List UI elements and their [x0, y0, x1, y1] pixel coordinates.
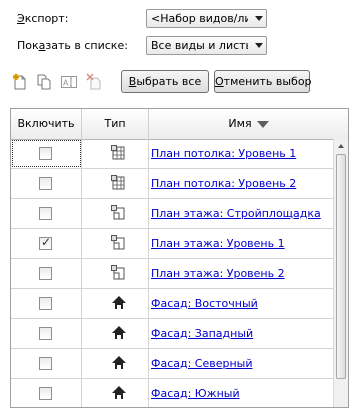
include-checkbox[interactable] — [39, 357, 52, 370]
include-checkbox[interactable] — [39, 207, 52, 220]
table-row[interactable]: Фасад: Восточный — [11, 289, 333, 319]
type-column-header[interactable]: Тип — [82, 109, 149, 139]
table-row[interactable]: План потолка: Уровень 1 — [11, 139, 333, 169]
show-in-list-label: Показать в списке: — [17, 39, 128, 52]
view-name-link[interactable]: План этажа: Стройплощадка — [151, 199, 321, 228]
name-cell: План этажа: Стройплощадка — [149, 199, 333, 228]
show-in-list-value: Все виды и листы в модели — [151, 39, 248, 52]
rename-set-icon[interactable]: A — [60, 73, 78, 91]
include-cell — [11, 199, 82, 228]
name-cell: Фасад: Западный — [149, 319, 333, 348]
view-name-link[interactable]: Фасад: Южный — [151, 379, 240, 407]
include-cell — [11, 289, 82, 318]
name-cell: План потолка: Уровень 2 — [149, 169, 333, 198]
include-checkbox[interactable] — [39, 147, 52, 160]
deselect-button[interactable]: Отменить выбор — [214, 70, 312, 93]
include-checkbox[interactable] — [39, 327, 52, 340]
include-checkbox[interactable] — [39, 177, 52, 190]
name-cell: Фасад: Восточный — [149, 289, 333, 318]
select-all-button[interactable]: Выбрать все — [121, 70, 209, 93]
name-cell: План этажа: Уровень 1 — [149, 229, 333, 258]
view-name-link[interactable]: Фасад: Восточный — [151, 289, 258, 318]
delete-set-icon[interactable] — [86, 73, 104, 91]
name-cell: Фасад: Северный — [149, 349, 333, 378]
scrollbar-thumb[interactable] — [336, 154, 346, 379]
chevron-down-icon — [255, 16, 263, 21]
include-cell — [11, 139, 82, 168]
view-name-link[interactable]: Фасад: Северный — [151, 349, 253, 378]
type-cell — [82, 229, 149, 258]
scroll-up-icon[interactable] — [335, 140, 347, 152]
elevation-icon — [112, 386, 126, 399]
include-cell: ✓ — [11, 229, 82, 258]
chevron-down-icon — [255, 43, 263, 48]
floor-plan-icon — [111, 205, 125, 220]
type-cell — [82, 139, 149, 168]
type-cell — [82, 169, 149, 198]
table-row[interactable]: План этажа: Уровень 2 — [11, 259, 333, 289]
include-cell — [11, 259, 82, 288]
show-in-list-dropdown[interactable]: Все виды и листы в модели — [146, 36, 267, 55]
name-cell: Фасад: Южный — [149, 379, 333, 407]
name-column-label: Имя — [228, 117, 252, 130]
include-column-header[interactable]: Включить — [11, 109, 82, 139]
sort-desc-icon — [256, 120, 269, 128]
type-cell — [82, 349, 149, 378]
elevation-icon — [112, 296, 126, 309]
ceiling-plan-icon — [111, 145, 125, 160]
floor-plan-icon — [111, 235, 125, 250]
vertical-scrollbar[interactable] — [333, 139, 348, 407]
svg-text:A: A — [63, 79, 69, 88]
view-name-link[interactable]: План этажа: Уровень 2 — [151, 259, 285, 288]
view-name-link[interactable]: План этажа: Уровень 1 — [151, 229, 285, 258]
new-set-icon[interactable] — [12, 73, 30, 91]
table-row[interactable]: Фасад: Северный — [11, 349, 333, 379]
type-cell — [82, 199, 149, 228]
checkmark-icon: ✓ — [41, 235, 52, 249]
include-cell — [11, 169, 82, 198]
view-name-link[interactable]: План потолка: Уровень 1 — [151, 139, 296, 168]
view-name-link[interactable]: План потолка: Уровень 2 — [151, 169, 296, 198]
elevation-icon — [112, 356, 126, 369]
include-checkbox[interactable]: ✓ — [39, 235, 52, 250]
include-checkbox[interactable] — [39, 297, 52, 310]
table-row[interactable]: План этажа: Стройплощадка — [11, 199, 333, 229]
type-cell — [82, 319, 149, 348]
view-name-link[interactable]: Фасад: Западный — [151, 319, 253, 348]
include-checkbox[interactable] — [39, 267, 52, 280]
type-cell — [82, 289, 149, 318]
table-row[interactable]: План потолка: Уровень 2 — [11, 169, 333, 199]
include-cell — [11, 319, 82, 348]
export-dropdown[interactable]: <Набор видов/листов> — [146, 9, 267, 28]
include-cell — [11, 349, 82, 378]
table-row[interactable]: ✓ План этажа: Уровень 1 — [11, 229, 333, 259]
table-row[interactable]: Фасад: Южный — [11, 379, 333, 407]
name-cell: План этажа: Уровень 2 — [149, 259, 333, 288]
name-cell: План потолка: Уровень 1 — [149, 139, 333, 168]
duplicate-set-icon[interactable] — [36, 73, 54, 91]
export-value: <Набор видов/листов> — [151, 12, 248, 25]
views-table: Включить Тип Имя План потолка: Уровень 1… — [10, 108, 349, 408]
include-checkbox[interactable] — [39, 387, 52, 400]
table-row[interactable]: Фасад: Западный — [11, 319, 333, 349]
include-cell — [11, 379, 82, 407]
type-cell — [82, 379, 149, 407]
export-label: Экспорт: — [17, 12, 69, 25]
name-column-header[interactable]: Имя — [149, 109, 348, 139]
table-header: Включить Тип Имя — [11, 109, 348, 140]
ceiling-plan-icon — [111, 175, 125, 190]
type-cell — [82, 259, 149, 288]
floor-plan-icon — [111, 265, 125, 280]
elevation-icon — [112, 326, 126, 339]
